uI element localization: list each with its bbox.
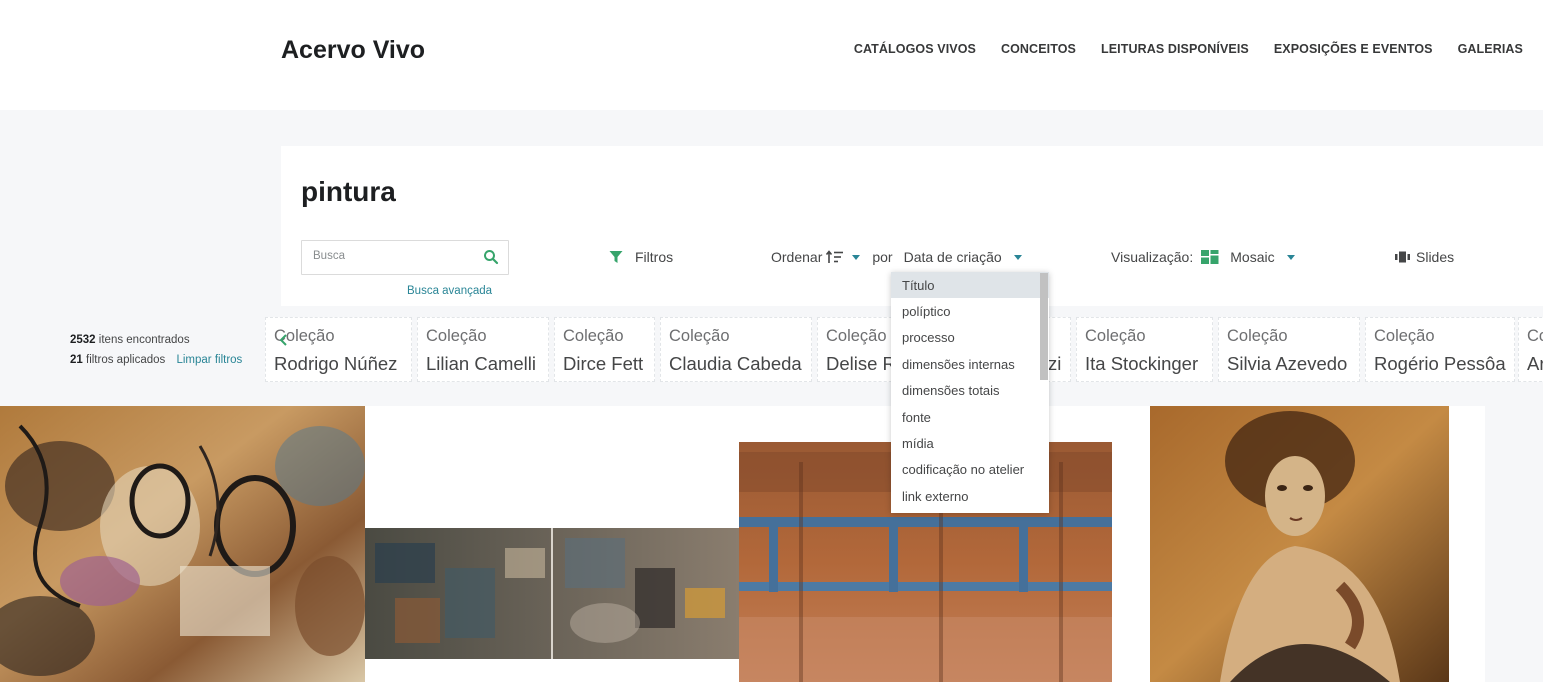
nav-catalogos-vivos[interactable]: CATÁLOGOS VIVOS xyxy=(854,42,976,56)
search-input[interactable] xyxy=(313,250,473,262)
filter-tag-value: Dirce Fett xyxy=(563,353,644,374)
filter-tag[interactable]: Coleção Delise R xyxy=(817,317,897,382)
nav-conceitos[interactable]: CONCEITOS xyxy=(1001,42,1076,56)
filter-tag-type: Coleção xyxy=(274,327,335,345)
results-count-line: 2532 itens encontrados xyxy=(70,330,242,350)
sort-controls: Ordenar por Data de criação xyxy=(771,249,1022,265)
funnel-icon xyxy=(609,251,623,263)
filter-tag[interactable]: zi xyxy=(1047,317,1071,382)
filter-tag[interactable]: Coleção Silvia Azevedo xyxy=(1218,317,1360,382)
sort-option-link-externo[interactable]: link externo xyxy=(891,483,1049,509)
filter-tag-value: Lilian Camelli xyxy=(426,353,537,374)
sort-order-caret-icon[interactable] xyxy=(852,254,861,260)
filter-tag[interactable]: Coleção Ita Stockinger xyxy=(1076,317,1213,382)
filter-tag-value: Delise R xyxy=(826,353,896,374)
filter-tag[interactable]: Co Ar xyxy=(1518,317,1543,382)
filter-tag[interactable]: Coleção Rogério Pessôa xyxy=(1365,317,1515,382)
sort-by-value: Data de criação xyxy=(903,249,1002,265)
slides-icon xyxy=(1395,251,1410,263)
results-count: 2532 xyxy=(70,334,96,346)
sort-option-midia[interactable]: mídia xyxy=(891,430,1049,456)
search-icon[interactable] xyxy=(483,249,499,265)
view-label: Visualização: xyxy=(1111,249,1194,265)
view-mode-dropdown-button[interactable]: Mosaic xyxy=(1230,249,1295,265)
artwork-thumbnail[interactable] xyxy=(0,406,365,682)
filter-tag-type: Coleção xyxy=(426,327,487,345)
filter-tag-value: Ita Stockinger xyxy=(1085,353,1199,374)
sort-label: Ordenar xyxy=(771,249,823,265)
chevron-down-icon xyxy=(1286,254,1295,260)
search-box xyxy=(301,240,509,275)
filters-applied-line: 21 filtros aplicados Limpar filtros xyxy=(70,350,242,370)
dropdown-scrollbar[interactable] xyxy=(1040,273,1048,380)
nav-leituras-disponiveis[interactable]: LEITURAS DISPONÍVEIS xyxy=(1101,42,1249,56)
results-mosaic xyxy=(0,406,1543,682)
sort-by-dropdown-menu: Título políptico processo dimensões inte… xyxy=(891,272,1049,513)
filter-tag-value: Silvia Azevedo xyxy=(1227,353,1348,374)
filter-tag-type: Coleção xyxy=(669,327,730,345)
filter-tag-type: Coleção xyxy=(1085,327,1146,345)
artwork-image xyxy=(365,528,739,659)
filter-tag[interactable]: Coleção Rodrigo Núñez xyxy=(265,317,412,382)
results-info: 2532 itens encontrados 21 filtros aplica… xyxy=(70,330,242,370)
chevron-down-icon xyxy=(1013,254,1022,260)
site-title[interactable]: Acervo Vivo xyxy=(281,36,425,65)
filter-tag-type: Coleção xyxy=(563,327,624,345)
sort-ascending-icon[interactable] xyxy=(826,250,844,264)
filters-button[interactable]: Filtros xyxy=(609,249,673,265)
sort-option-processo[interactable]: processo xyxy=(891,325,1049,351)
results-count-suffix: itens encontrados xyxy=(98,334,190,346)
view-mode-value: Mosaic xyxy=(1230,249,1275,265)
filter-tag-value: Rogério Pessôa xyxy=(1374,353,1506,374)
mosaic-grid-icon xyxy=(1201,250,1219,264)
clear-filters-link[interactable]: Limpar filtros xyxy=(176,354,242,366)
sort-option-titulo[interactable]: Título xyxy=(891,272,1049,299)
filters-applied-suffix: filtros aplicados xyxy=(86,354,166,366)
sort-option-dimensoes-internas[interactable]: dimensões internas xyxy=(891,351,1049,377)
sort-option-fonte[interactable]: fonte xyxy=(891,404,1049,430)
filter-tag-value: Ar xyxy=(1527,353,1543,374)
slides-label: Slides xyxy=(1416,249,1455,265)
sort-by-dropdown-button[interactable]: Data de criação xyxy=(904,249,1022,265)
filters-applied-count: 21 xyxy=(70,354,83,366)
nav-exposicoes-e-eventos[interactable]: EXPOSIÇÕES E EVENTOS xyxy=(1274,42,1433,56)
nav-galerias[interactable]: GALERIAS xyxy=(1458,42,1523,56)
main-nav: CATÁLOGOS VIVOS CONCEITOS LEITURAS DISPO… xyxy=(854,42,1523,56)
view-controls: Visualização: Mosaic xyxy=(1111,249,1295,265)
filter-tag-value: Claudia Cabeda xyxy=(669,353,802,374)
slides-button[interactable]: Slides xyxy=(1395,249,1454,265)
sort-option-codificacao-no-atelier[interactable]: codificação no atelier xyxy=(891,457,1049,483)
site-header: Acervo Vivo CATÁLOGOS VIVOS CONCEITOS LE… xyxy=(0,0,1543,110)
filter-tag[interactable]: Coleção Lilian Camelli xyxy=(417,317,549,382)
filter-tag-type: Coleção xyxy=(1374,327,1435,345)
filter-tag-type: Coleção xyxy=(826,327,887,345)
artwork-image xyxy=(1150,406,1449,682)
filter-tag-value: Rodrigo Núñez xyxy=(274,353,398,374)
page-title: pintura xyxy=(301,176,396,207)
filter-tag-value: zi xyxy=(1048,353,1062,374)
filters-label: Filtros xyxy=(635,249,674,265)
sort-option-dimensoes-totais[interactable]: dimensões totais xyxy=(891,378,1049,404)
artwork-thumbnail[interactable] xyxy=(1150,406,1449,682)
filter-tag-type xyxy=(1048,327,1062,346)
filter-tag-type: Coleção xyxy=(1227,327,1288,345)
sort-option-poliptico[interactable]: políptico xyxy=(891,298,1049,324)
filter-tag[interactable]: Coleção Claudia Cabeda xyxy=(660,317,812,382)
filter-tag-type: Co xyxy=(1527,327,1543,345)
filter-tag[interactable]: Coleção Dirce Fett xyxy=(554,317,655,382)
remove-filter-icon[interactable] xyxy=(278,334,290,346)
sort-by-prefix: por xyxy=(872,249,893,265)
advanced-search-link[interactable]: Busca avançada xyxy=(407,285,492,297)
artwork-image xyxy=(0,406,365,682)
artwork-thumbnail[interactable] xyxy=(365,528,739,659)
